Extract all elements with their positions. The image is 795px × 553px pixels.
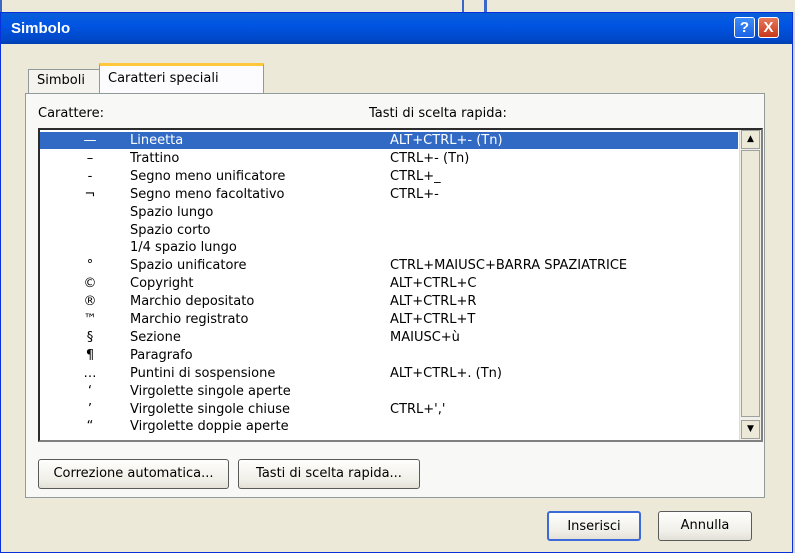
character-name: Puntini di sospensione bbox=[130, 365, 276, 381]
character-shortcut: CTRL+_ bbox=[390, 168, 441, 184]
list-item[interactable]: ® Marchio depositato ALT+CTRL+R bbox=[40, 293, 738, 310]
scroll-up-button[interactable]: ▲ bbox=[741, 130, 760, 149]
scroll-thumb[interactable] bbox=[741, 150, 760, 417]
character-name: Segno meno facoltativo bbox=[130, 186, 285, 202]
close-button[interactable]: X bbox=[758, 17, 779, 38]
list-item[interactable]: 1/4 spazio lungo bbox=[40, 239, 738, 256]
character-glyph: … bbox=[83, 365, 97, 381]
background-edge bbox=[462, 0, 464, 12]
insert-label: Inserisci bbox=[567, 519, 621, 534]
character-glyph: ™ bbox=[83, 312, 97, 327]
tab-label: Simboli bbox=[37, 73, 85, 88]
character-glyph: ¶ bbox=[85, 347, 95, 363]
list-item[interactable]: ¶ Paragrafo bbox=[40, 347, 738, 364]
symbol-dialog: Simbolo ? X Simboli Caratteri speciali C… bbox=[0, 12, 793, 553]
character-glyph: — bbox=[83, 133, 97, 148]
character-glyph: § bbox=[86, 329, 94, 345]
character-name: Marchio depositato bbox=[130, 294, 255, 310]
character-column-label: Carattere: bbox=[38, 106, 104, 121]
character-name: Paragrafo bbox=[130, 347, 193, 363]
character-name: Virgolette doppie aperte bbox=[130, 419, 289, 435]
background-edge bbox=[0, 0, 2, 12]
character-glyph: “ bbox=[86, 419, 94, 435]
list-item[interactable]: ’ Virgolette singole chiuse CTRL+',' bbox=[40, 401, 738, 418]
list-item[interactable]: ¬ Segno meno facoltativo CTRL+- bbox=[40, 186, 738, 203]
character-name: Virgolette singole chiuse bbox=[130, 401, 291, 417]
character-shortcut: MAIUSC+ù bbox=[390, 329, 460, 345]
vertical-scrollbar[interactable]: ▲ ▼ bbox=[739, 130, 761, 440]
list-item[interactable]: ‘ Virgolette singole aperte bbox=[40, 383, 738, 400]
autocorrect-button[interactable]: Correzione automatica... bbox=[38, 459, 229, 489]
character-glyph: ® bbox=[83, 294, 97, 310]
character-shortcut: CTRL+',' bbox=[390, 401, 446, 417]
list-item[interactable]: – Trattino CTRL+- (Tn) bbox=[40, 150, 738, 167]
list-item[interactable]: — Lineetta ALT+CTRL+- (Tn) bbox=[40, 132, 738, 149]
character-shortcut: CTRL+MAIUSC+BARRA SPAZIATRICE bbox=[390, 258, 628, 274]
character-name: Segno meno unificatore bbox=[130, 168, 286, 184]
character-glyph: ° bbox=[86, 258, 94, 274]
character-name: Lineetta bbox=[130, 133, 184, 148]
background-window-strip bbox=[0, 0, 795, 12]
list-item[interactable]: “ Virgolette doppie aperte bbox=[40, 418, 738, 435]
character-glyph: ¬ bbox=[84, 186, 96, 202]
cancel-button[interactable]: Annulla bbox=[658, 511, 752, 541]
list-item[interactable]: Spazio corto bbox=[40, 222, 738, 239]
character-glyph: - bbox=[87, 168, 93, 184]
list-item[interactable]: ° Spazio unificatore CTRL+MAIUSC+BARRA SPA… bbox=[40, 257, 738, 274]
character-shortcut: CTRL+- (Tn) bbox=[390, 150, 470, 166]
tab-label: Caratteri speciali bbox=[108, 71, 219, 86]
character-name: Sezione bbox=[130, 329, 181, 345]
list-item[interactable]: … Puntini di sospensione ALT+CTRL+. (Tn) bbox=[40, 365, 738, 382]
character-name: Trattino bbox=[130, 150, 180, 166]
down-arrow-icon: ▼ bbox=[747, 424, 754, 434]
character-name: 1/4 spazio lungo bbox=[130, 240, 237, 256]
help-icon: ? bbox=[739, 19, 750, 36]
character-name: Spazio unificatore bbox=[130, 258, 247, 274]
help-button[interactable]: ? bbox=[734, 17, 755, 38]
cancel-label: Annulla bbox=[680, 518, 730, 533]
character-name: Virgolette singole aperte bbox=[130, 383, 291, 399]
tab-simboli[interactable]: Simboli bbox=[28, 69, 100, 93]
character-name: Copyright bbox=[130, 276, 194, 292]
character-name: Spazio lungo bbox=[130, 204, 214, 220]
special-characters-list[interactable]: — Lineetta ALT+CTRL+- (Tn) – Trattino CTRL+- … bbox=[38, 128, 763, 442]
window-title: Simbolo bbox=[11, 20, 71, 37]
character-shortcut: ALT+CTRL+C bbox=[390, 276, 477, 292]
character-glyph: ‘ bbox=[87, 383, 93, 399]
list-item[interactable]: Spazio lungo bbox=[40, 204, 738, 221]
character-shortcut: ALT+CTRL+R bbox=[390, 294, 477, 310]
special-characters-panel: Carattere: Tasti di scelta rapida: — Line… bbox=[25, 93, 765, 498]
character-shortcut: ALT+CTRL+. (Tn) bbox=[390, 365, 502, 381]
character-glyph: © bbox=[83, 276, 97, 292]
shortcut-column-label: Tasti di scelta rapida: bbox=[369, 106, 507, 121]
background-edge bbox=[484, 0, 487, 12]
character-shortcut: CTRL+- bbox=[390, 186, 439, 202]
list-item[interactable]: ™ Marchio registrato ALT+CTRL+T bbox=[40, 311, 738, 328]
insert-button[interactable]: Inserisci bbox=[547, 511, 641, 541]
character-name: Marchio registrato bbox=[130, 312, 249, 327]
character-glyph: ’ bbox=[87, 401, 93, 417]
list-item[interactable]: - Segno meno unificatore CTRL+_ bbox=[40, 168, 738, 185]
character-shortcut: ALT+CTRL+- (Tn) bbox=[390, 133, 503, 148]
up-arrow-icon: ▲ bbox=[747, 134, 754, 144]
title-bar[interactable]: Simbolo ? X bbox=[1, 13, 792, 44]
close-icon: X bbox=[763, 19, 774, 36]
tab-caratteri-speciali[interactable]: Caratteri speciali bbox=[99, 63, 264, 94]
list-item[interactable]: © Copyright ALT+CTRL+C bbox=[40, 275, 738, 292]
shortcut-keys-label: Tasti di scelta rapida... bbox=[256, 466, 402, 481]
character-shortcut: ALT+CTRL+T bbox=[390, 312, 476, 327]
shortcut-keys-button[interactable]: Tasti di scelta rapida... bbox=[238, 459, 420, 489]
scroll-down-button[interactable]: ▼ bbox=[741, 420, 760, 439]
character-name: Spazio corto bbox=[130, 222, 211, 238]
list-item[interactable]: § Sezione MAIUSC+ù bbox=[40, 329, 738, 346]
autocorrect-label: Correzione automatica... bbox=[53, 466, 214, 481]
character-glyph: – bbox=[86, 150, 94, 166]
